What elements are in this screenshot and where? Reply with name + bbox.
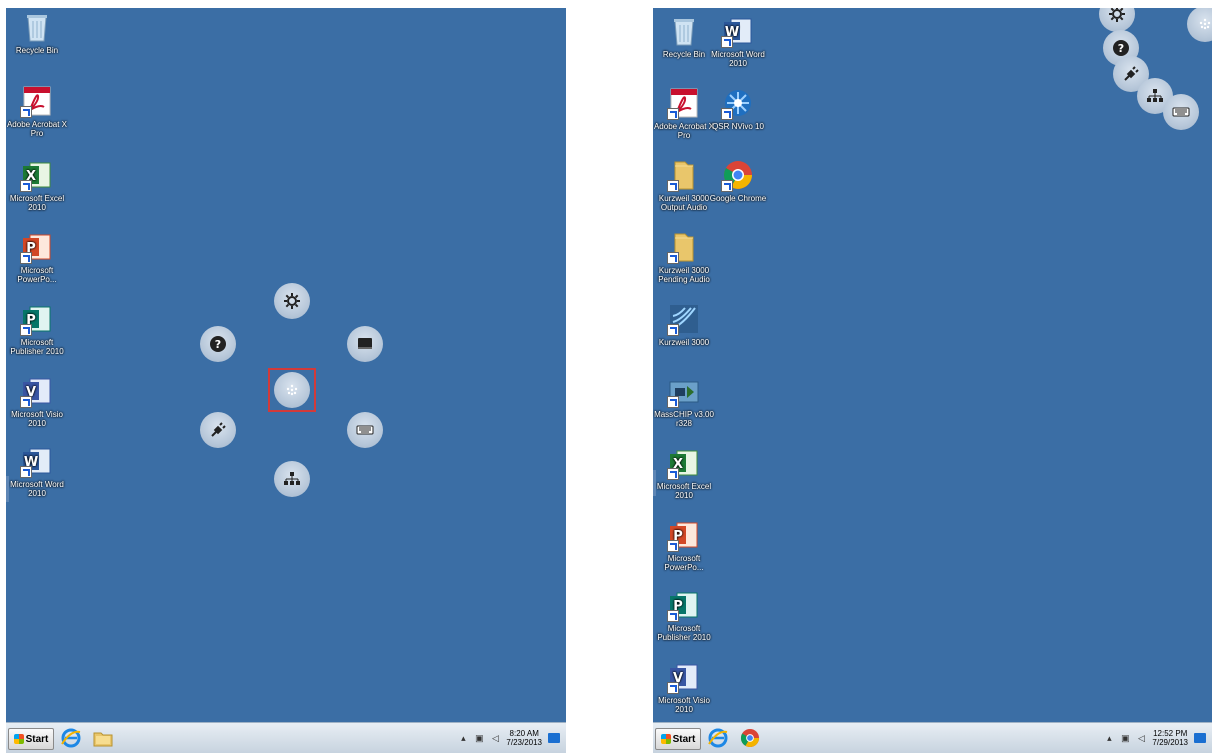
desktop-icon[interactable]: Microsoft Visio 2010 [6,374,68,428]
help-icon [1112,39,1130,57]
keyboard-icon [356,421,374,439]
display-icon [356,335,374,353]
display-button[interactable] [347,326,383,362]
clock[interactable]: 12:52 PM 7/29/2013 [1152,729,1188,747]
desktop-icon-label: Microsoft Excel 2010 [9,194,65,212]
network-tray-icon[interactable]: ▣ [474,733,484,743]
internet-explorer-icon[interactable] [60,727,82,749]
network-icon [1146,87,1164,105]
start-button[interactable]: Start [8,728,54,750]
desktop-icon[interactable]: Recycle Bin [6,10,68,55]
desktop-icon-label: Kurzweil 3000 Pending Audio [658,266,710,284]
internet-explorer-icon[interactable] [707,727,729,749]
edge-tab[interactable] [653,470,656,496]
desktop-icon-label: Recycle Bin [662,50,706,59]
desktop-icon[interactable]: Kurzweil 3000 Pending Audio [653,230,715,284]
action-center-flag-icon[interactable] [1194,733,1206,743]
desktop-icon-label: Microsoft Word 2010 [711,50,765,68]
desktop-icon-label: Microsoft Excel 2010 [656,482,712,500]
file-explorer-icon[interactable] [92,727,114,749]
taskbar: Start ▴ ▣ ◁ 8:20 AM 7/23/2013 [6,722,566,753]
desktop-icon-label: Google Chrome [709,194,767,203]
clock[interactable]: 8:20 AM 7/23/2013 [506,729,542,747]
radial-menu-center-button[interactable] [274,372,310,408]
desktop-icon-label: Microsoft Publisher 2010 [657,624,711,642]
desktop-icon-label: Adobe Acrobat X Pro [653,122,715,140]
system-tray: ▴ ▣ ◁ 8:20 AM 7/23/2013 [458,726,560,750]
desktop-icon[interactable]: Adobe Acrobat X Pro [6,84,68,138]
radial-menu-center-button[interactable] [1187,8,1212,42]
desktop-icon-label: Kurzweil 3000 Output Audio [658,194,710,212]
desktop-icon-label: Microsoft Publisher 2010 [10,338,64,356]
desktop-left: Recycle Bin Adobe Acrobat X Pro Microsof… [6,8,566,753]
desktop-icon[interactable]: Kurzweil 3000 Output Audio [653,158,715,212]
windows-flag-icon [13,734,24,744]
desktop-right: Recycle Bin Microsoft Word 2010 Adobe Ac… [653,8,1212,753]
desktop-icon[interactable]: Kurzweil 3000 [653,302,715,347]
connect-button[interactable] [200,412,236,448]
desktop-icon[interactable]: Microsoft Publisher 2010 [653,588,715,642]
desktop-icon[interactable]: Microsoft Visio 2010 [653,660,715,714]
help-icon [209,335,227,353]
tray-arrow-icon[interactable]: ▴ [1104,733,1114,743]
volume-icon[interactable]: ◁ [1136,733,1146,743]
network-icon [283,470,301,488]
start-button[interactable]: Start [655,728,701,750]
action-center-flag-icon[interactable] [548,733,560,743]
desktop-icon-label: MassCHIP v3.00 r328 [654,410,714,428]
desktop-icon[interactable]: QSR NVivo 10 [707,86,769,131]
desktop-icon[interactable]: Google Chrome [707,158,769,203]
desktop-icon[interactable]: Microsoft Word 2010 [707,14,769,68]
settings-gear-icon [1108,8,1126,23]
desktop-icon[interactable]: Microsoft Excel 2010 [6,158,68,212]
system-tray: ▴ ▣ ◁ 12:52 PM 7/29/2013 [1104,726,1206,750]
desktop-icon[interactable]: Microsoft Word 2010 [6,444,68,498]
desktop-icon-label: Microsoft PowerPo... [664,554,704,572]
network-button[interactable] [274,461,310,497]
desktop-icon-label: QSR NVivo 10 [712,122,764,131]
center-dots-icon [283,381,301,399]
desktop-icon-label: Microsoft Word 2010 [10,480,64,498]
chrome-taskbar-icon[interactable] [739,727,761,749]
desktop-icon[interactable]: Microsoft Excel 2010 [653,446,715,500]
desktop-icon[interactable]: Microsoft Publisher 2010 [6,302,68,356]
desktop-icon-label: Kurzweil 3000 [658,338,710,347]
taskbar: Start ▴ ▣ ◁ 12:52 PM 7/29/2013 [653,722,1212,753]
desktop-icon-label: Microsoft PowerPo... [17,266,57,284]
recycle-bin-icon [667,14,701,48]
settings-button[interactable] [274,283,310,319]
windows-flag-icon [660,734,671,744]
desktop-icon[interactable]: Microsoft PowerPo... [653,518,715,572]
edge-tab[interactable] [6,476,9,502]
desktop-icon[interactable]: Microsoft PowerPo... [6,230,68,284]
network-tray-icon[interactable]: ▣ [1120,733,1130,743]
keyboard-button[interactable] [1163,94,1199,130]
settings-button[interactable] [1099,8,1135,32]
keyboard-icon [1172,103,1190,121]
keyboard-button[interactable] [347,412,383,448]
desktop-icon-label: Microsoft Visio 2010 [11,410,63,428]
desktop-icon-label: Adobe Acrobat X Pro [6,120,68,138]
desktop-icon-label: Recycle Bin [15,46,59,55]
settings-gear-icon [283,292,301,310]
desktop-icon[interactable]: MassCHIP v3.00 r328 [653,374,715,428]
desktop-icon-label: Microsoft Visio 2010 [658,696,710,714]
help-button[interactable] [200,326,236,362]
connect-plug-icon [209,421,227,439]
recycle-bin-icon [20,10,54,44]
desktop-icon[interactable]: Adobe Acrobat X Pro [653,86,715,140]
center-dots-icon [1196,15,1212,33]
desktop-icon[interactable]: Recycle Bin [653,14,715,59]
tray-arrow-icon[interactable]: ▴ [458,733,468,743]
connect-plug-icon [1122,65,1140,83]
volume-icon[interactable]: ◁ [490,733,500,743]
